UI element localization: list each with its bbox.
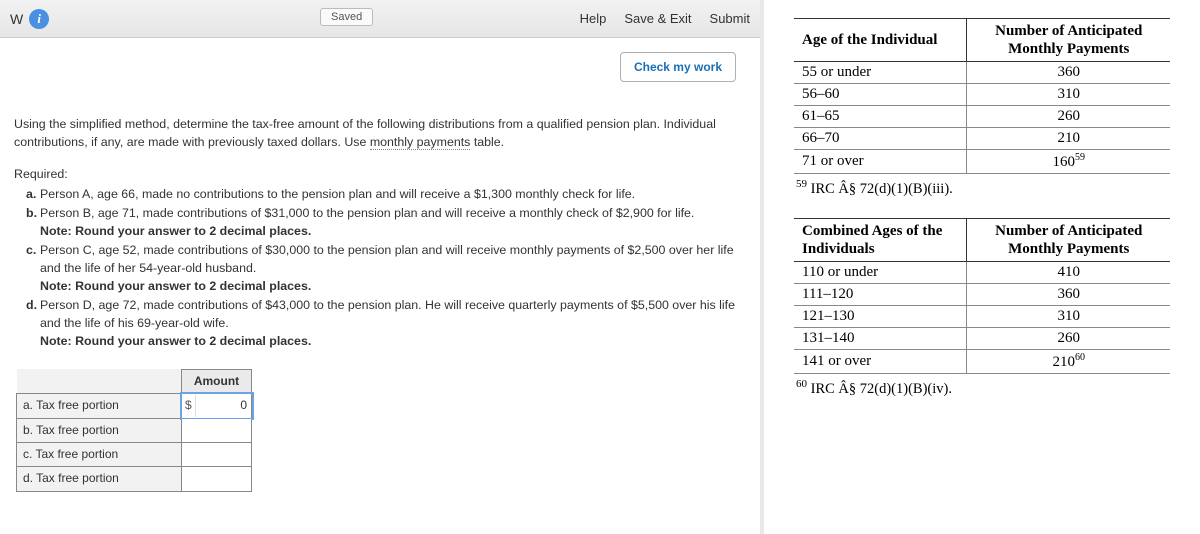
table-row: 141 or over21060: [794, 349, 1170, 373]
row-c-label: c. Tax free portion: [17, 442, 182, 466]
table-row: 61–65260: [794, 106, 1170, 128]
combined-ages-table: Combined Ages of the Individuals Number …: [794, 218, 1170, 374]
reference-panel: Age of the Individual Number of Anticipa…: [764, 0, 1200, 534]
footnote-60: 60 IRC Â§ 72(d)(1)(B)(iv).: [796, 378, 1170, 398]
intro-paragraph: Using the simplified method, determine t…: [14, 116, 740, 152]
table-row: 121–130310: [794, 305, 1170, 327]
table-row: 55 or under360: [794, 62, 1170, 84]
row-a-input[interactable]: $ 0: [182, 394, 252, 418]
help-link[interactable]: Help: [580, 11, 607, 26]
assignment-panel: W i Saved Help Save & Exit Submit Check …: [0, 0, 760, 534]
info-icon[interactable]: i: [29, 9, 49, 29]
table-row: 56–60310: [794, 84, 1170, 106]
row-b-label: b. Tax free portion: [17, 418, 182, 442]
brand-letter: W: [10, 11, 23, 27]
row-d-label: d. Tax free portion: [17, 467, 182, 491]
check-my-work-button[interactable]: Check my work: [620, 52, 736, 82]
monthly-payments-link[interactable]: monthly payments: [370, 135, 471, 150]
table-row: 71 or over16059: [794, 150, 1170, 174]
question-content: Using the simplified method, determine t…: [0, 82, 760, 502]
required-heading: Required:: [14, 166, 740, 184]
footnote-59: 59 IRC Â§ 72(d)(1)(B)(iii).: [796, 178, 1170, 198]
row-d-input[interactable]: [182, 467, 252, 491]
table-row: 131–140260: [794, 327, 1170, 349]
age-individual-table: Age of the Individual Number of Anticipa…: [794, 18, 1170, 174]
answer-table: Amount a. Tax free portion $ 0 b. Tax fr…: [16, 369, 252, 492]
requirement-item-d: d. Person D, age 72, made contributions …: [26, 297, 740, 351]
toolbar: W i Saved Help Save & Exit Submit: [0, 0, 760, 38]
requirement-item-c: c. Person C, age 52, made contributions …: [26, 242, 740, 296]
row-c-input[interactable]: [182, 442, 252, 466]
row-a-label: a. Tax free portion: [17, 394, 182, 418]
requirement-item-b: b. Person B, age 71, made contributions …: [26, 205, 740, 241]
table-row: 111–120360: [794, 283, 1170, 305]
requirement-item-a: a. Person A, age 66, made no contributio…: [26, 186, 740, 204]
table-row: 66–70210: [794, 128, 1170, 150]
saved-badge: Saved: [320, 8, 373, 26]
save-exit-link[interactable]: Save & Exit: [624, 11, 691, 26]
submit-link[interactable]: Submit: [710, 11, 750, 26]
row-b-input[interactable]: [182, 418, 252, 442]
table-row: 110 or under410: [794, 261, 1170, 283]
amount-header: Amount: [182, 369, 252, 393]
